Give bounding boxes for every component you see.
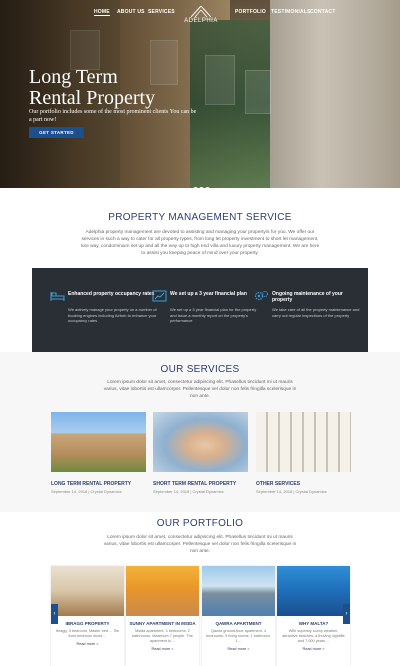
gears-icon bbox=[254, 291, 268, 301]
portfolio-image[interactable] bbox=[51, 566, 124, 616]
read-more-link[interactable]: Read more > bbox=[202, 647, 275, 651]
portfolio-text: Lorem ipsum dolor sit amet, consectetur … bbox=[103, 535, 297, 554]
portfolio-image[interactable] bbox=[202, 566, 275, 616]
portfolio-image[interactable] bbox=[277, 566, 350, 616]
service-card[interactable]: SHORT TERM RENTAL PROPERTY September 14,… bbox=[153, 412, 248, 494]
service-card[interactable]: LONG TERM RENTAL PROPERTY September 14, … bbox=[51, 412, 146, 494]
service-card[interactable]: OTHER SERVICES September 14, 2018 | Crys… bbox=[256, 412, 351, 494]
feature-title: We set up a 3 year financial plan bbox=[170, 291, 247, 297]
hero-banner: Home About us Services Portfolio Testimo… bbox=[0, 0, 400, 188]
service-title[interactable]: OTHER SERVICES bbox=[256, 481, 351, 487]
portfolio-item-text: Qawra ground-floor apartment, 4 bedrooms… bbox=[206, 629, 271, 643]
chevron-left-icon: ‹ bbox=[53, 611, 56, 617]
nav-home[interactable]: Home bbox=[94, 9, 110, 16]
management-title: PROPERTY MANAGEMENT SERVICE bbox=[108, 212, 292, 223]
portfolio-item-title[interactable]: WHY MALTA? bbox=[277, 621, 350, 626]
services-text: Lorem ipsum dolor sit amet, consectetur … bbox=[103, 380, 297, 399]
chevron-right-icon: › bbox=[345, 611, 348, 617]
services-title: OUR SERVICES bbox=[160, 364, 240, 375]
feature-title: Enhanced property occupancy rates bbox=[68, 291, 155, 297]
feature-title: Ongoing maintenance of your property bbox=[272, 291, 343, 303]
service-meta: September 14, 2018 | Crystal Dynamics bbox=[153, 489, 224, 494]
service-meta: September 14, 2018 | Crystal Dynamics bbox=[51, 489, 122, 494]
chart-icon bbox=[152, 290, 167, 302]
service-title[interactable]: SHORT TERM RENTAL PROPERTY bbox=[153, 481, 248, 487]
read-more-link[interactable]: Read more > bbox=[51, 642, 124, 646]
nav-testimonials[interactable]: Testimonials bbox=[271, 9, 311, 15]
service-meta: September 14, 2018 | Crystal Dynamics bbox=[256, 489, 327, 494]
slider-dot[interactable] bbox=[205, 187, 210, 188]
portfolio-item-title[interactable]: SUNNY APARTMENT IN MSIDA bbox=[126, 621, 199, 626]
portfolio-item-title[interactable]: IBRAGG PROPERTY bbox=[51, 621, 124, 626]
portfolio-card[interactable]: QAWRA APARTMENT Qawra ground-floor apart… bbox=[202, 566, 275, 666]
slider-dot[interactable] bbox=[199, 187, 204, 188]
portfolio-image[interactable] bbox=[126, 566, 199, 616]
slider-dot[interactable] bbox=[193, 187, 198, 188]
nav-contact[interactable]: Contact bbox=[310, 9, 335, 15]
service-title[interactable]: LONG TERM RENTAL PROPERTY bbox=[51, 481, 146, 487]
management-text: Adelphia property management are devoted… bbox=[80, 230, 320, 256]
hero-subtitle: Our portfolio includes some of the most … bbox=[29, 109, 197, 123]
hero-title-line1: Long Term bbox=[29, 66, 118, 88]
get-started-button[interactable]: Get Started bbox=[29, 127, 84, 138]
logo-text: ADELPHIA bbox=[184, 18, 218, 24]
read-more-link[interactable]: Read more > bbox=[126, 647, 199, 651]
portfolio-item-text: Msida apartment, 3 bedrooms, 2 bathrooms… bbox=[132, 629, 193, 643]
portfolio-item-title[interactable]: QAWRA APARTMENT bbox=[202, 621, 275, 626]
slider-dots bbox=[193, 179, 211, 188]
portfolio-card[interactable]: IBRAGG PROPERTY Ibragg, 3 bedroom, Maste… bbox=[51, 566, 124, 666]
service-image-hands[interactable] bbox=[153, 412, 248, 472]
carousel-prev-button[interactable]: ‹ bbox=[51, 604, 58, 624]
feature-text: We actively manage your property on a nu… bbox=[68, 307, 157, 323]
bed-icon bbox=[50, 292, 65, 301]
features-panel: Enhanced property occupancy rates We act… bbox=[32, 268, 368, 352]
carousel-next-button[interactable]: › bbox=[343, 604, 350, 624]
logo-mark-icon bbox=[191, 6, 211, 17]
hero-title: Long Term Rental Property bbox=[29, 67, 229, 109]
feature-text: We set up a 3 year financial plan for th… bbox=[170, 307, 257, 323]
portfolio-title: OUR PORTFOLIO bbox=[156, 518, 244, 529]
hero-title-line2: Rental Property bbox=[29, 87, 156, 109]
service-image-church[interactable] bbox=[51, 412, 146, 472]
site-logo[interactable]: ADELPHIA bbox=[181, 6, 221, 28]
nav-about[interactable]: About us bbox=[117, 9, 145, 15]
portfolio-item-text: Ibragg, 3 bedroom, Master bed ... Tile f… bbox=[55, 629, 120, 638]
portfolio-card[interactable]: WHY MALTA? With superbly sunny weather, … bbox=[277, 566, 350, 666]
nav-services[interactable]: Services bbox=[148, 9, 175, 15]
portfolio-card[interactable]: SUNNY APARTMENT IN MSIDA Msida apartment… bbox=[126, 566, 199, 666]
service-image-columns[interactable] bbox=[256, 412, 351, 472]
portfolio-item-text: With superbly sunny weather, attractive … bbox=[282, 629, 345, 643]
nav-portfolio[interactable]: Portfolio bbox=[235, 9, 266, 15]
feature-text: We take care of all the property mainten… bbox=[272, 307, 360, 318]
read-more-link[interactable]: Read more > bbox=[277, 647, 350, 651]
